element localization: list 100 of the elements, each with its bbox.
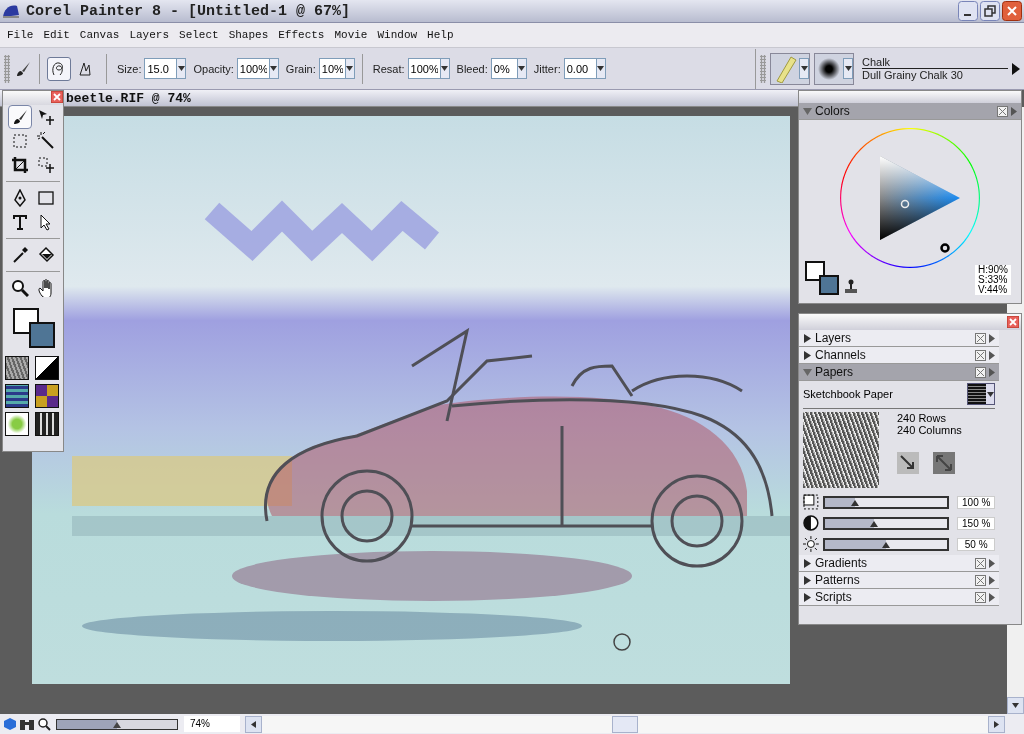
menu-arrow-icon[interactable] — [1011, 106, 1017, 116]
hsv-value: S:33% — [978, 275, 1008, 285]
caret-icon — [994, 720, 999, 728]
brightness-icon — [803, 536, 819, 552]
dropdown-button[interactable] — [268, 58, 279, 79]
scroll-down-button[interactable] — [1007, 697, 1024, 714]
palette-title: Layers — [815, 331, 853, 345]
pattern-selector[interactable] — [5, 384, 29, 408]
toolbox-title-bar[interactable] — [3, 91, 63, 105]
menu-item[interactable]: Select — [174, 27, 224, 43]
palette-header[interactable]: Channels — [799, 347, 999, 364]
scroll-thumb[interactable] — [612, 715, 638, 733]
hsv-value: H:90% — [978, 265, 1008, 275]
text-tool-icon — [11, 213, 29, 231]
value-field[interactable]: 100% — [236, 58, 269, 79]
close-box-icon[interactable] — [975, 349, 986, 361]
freehand-stroke-toggle[interactable] — [47, 56, 71, 81]
invert-paper-icon[interactable] — [897, 452, 919, 474]
stamp-icon[interactable] — [843, 279, 859, 295]
cube-icon[interactable] — [3, 717, 17, 731]
dropdown-button[interactable] — [595, 58, 606, 79]
restore-button[interactable] — [980, 1, 1000, 21]
menu-item[interactable]: Help — [422, 27, 459, 43]
slider-track[interactable] — [822, 495, 950, 509]
look-selector[interactable] — [35, 412, 59, 436]
palette-header[interactable]: Colors — [799, 103, 1021, 120]
close-box-icon[interactable] — [975, 574, 986, 586]
magnifier-icon[interactable] — [37, 717, 51, 731]
zoom-readout: 74% — [184, 716, 240, 732]
palette-header[interactable]: Patterns — [799, 572, 999, 589]
value-field[interactable]: 10% — [318, 58, 345, 79]
value-field[interactable]: 0% — [490, 58, 517, 79]
minimize-button[interactable] — [958, 1, 978, 21]
window-title: Corel Painter 8 - [Untitled-1 @ 67%] — [26, 2, 352, 20]
dotted-square-move-icon — [37, 156, 55, 174]
hand-icon — [37, 279, 55, 297]
value-field[interactable]: 0.00 — [563, 58, 596, 79]
value-field[interactable]: 15.0 — [144, 58, 177, 79]
palette-title: Scripts — [815, 590, 853, 604]
palette-header[interactable]: Layers — [799, 330, 999, 347]
paper-selector[interactable] — [5, 356, 29, 380]
close-box-icon[interactable] — [975, 557, 986, 569]
hue-marker-icon[interactable] — [940, 243, 950, 253]
menu-item[interactable]: Layers — [124, 27, 175, 43]
field-label: Size: — [117, 62, 142, 75]
pen-nib-icon — [11, 189, 29, 207]
dropdown-button[interactable] — [516, 58, 527, 79]
paper-picker[interactable] — [967, 383, 995, 405]
close-box-icon[interactable] — [975, 366, 986, 378]
additional-color-swatch[interactable] — [29, 322, 55, 348]
dropdown-button[interactable] — [344, 58, 355, 79]
close-button[interactable] — [1002, 1, 1022, 21]
palette-title: Colors — [815, 104, 851, 118]
nozzle-selector[interactable] — [5, 412, 29, 436]
expanded-triangle-icon — [803, 367, 812, 377]
slider-track[interactable] — [822, 516, 950, 530]
weave-selector[interactable] — [35, 384, 59, 408]
menu-item[interactable]: Edit — [38, 27, 75, 43]
close-box-icon[interactable] — [975, 332, 986, 344]
menu-item[interactable]: Canvas — [74, 27, 125, 43]
menu-item[interactable]: Movie — [329, 27, 373, 43]
close-icon[interactable] — [51, 91, 63, 103]
zoom-slider[interactable] — [56, 718, 178, 730]
menu-item[interactable]: Window — [372, 27, 423, 43]
palette-title: Gradients — [815, 556, 869, 570]
dropdown-button[interactable] — [176, 58, 187, 79]
caret-icon — [1012, 703, 1019, 708]
menu-item[interactable]: Effects — [273, 27, 330, 43]
palette-header[interactable]: Scripts — [799, 589, 999, 606]
palette-title-bar[interactable] — [799, 314, 1021, 330]
play-arrow-icon[interactable] — [1012, 62, 1020, 75]
close-icon[interactable] — [1007, 316, 1019, 328]
magic-wand-icon — [37, 132, 55, 150]
close-box-icon[interactable] — [975, 591, 986, 603]
saturation-value-triangle[interactable] — [880, 156, 960, 240]
caret-icon — [986, 391, 994, 397]
binoculars-icon[interactable] — [19, 717, 35, 731]
paint-bucket-icon — [37, 246, 55, 264]
tool-button[interactable] — [8, 105, 32, 129]
caret-icon — [177, 66, 185, 71]
slider-track[interactable] — [822, 537, 950, 551]
dropdown-button[interactable] — [439, 58, 450, 79]
value-field[interactable]: 100% — [407, 58, 440, 79]
paper-name: Sketchbook Paper — [803, 388, 893, 400]
gradient-selector[interactable] — [35, 356, 59, 380]
slider-readout: 150 % — [957, 516, 995, 530]
dropper-icon — [11, 246, 29, 264]
additional-color-swatch[interactable] — [819, 275, 839, 295]
palette-header[interactable]: Gradients — [799, 555, 999, 572]
menu-item[interactable]: File — [2, 27, 39, 43]
palette-header[interactable]: Papers — [799, 364, 999, 381]
app-logo-icon — [2, 3, 20, 19]
brush-category-name: Chalk — [862, 56, 1008, 69]
arrow-move-icon — [37, 108, 55, 126]
menu-item[interactable]: Shapes — [223, 27, 274, 43]
main-color-swatch[interactable] — [805, 261, 825, 281]
horizontal-scrollbar[interactable] — [245, 715, 1005, 733]
brush-variant-selector[interactable] — [814, 52, 854, 85]
close-box-icon[interactable] — [997, 105, 1008, 117]
palette-title: Channels — [815, 348, 867, 362]
